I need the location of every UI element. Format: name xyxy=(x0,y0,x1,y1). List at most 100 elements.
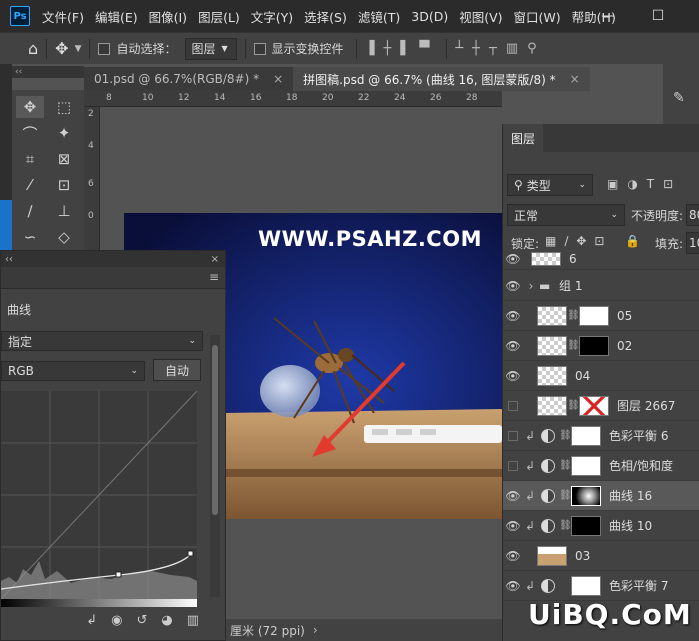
menu-filter[interactable]: 滤镜(T) xyxy=(358,7,400,26)
clip-to-layer-icon[interactable]: ↲ xyxy=(86,613,97,628)
layer-row[interactable]: 👁 03 xyxy=(503,541,699,571)
eye-icon[interactable]: 👁 xyxy=(503,489,523,503)
scrollbar-thumb[interactable] xyxy=(212,345,218,515)
move-tool-icon[interactable]: ✥ xyxy=(55,39,68,58)
layer-row[interactable]: ⛓ 图层 2667 xyxy=(503,391,699,421)
eye-icon[interactable]: 👁 xyxy=(503,519,523,533)
expand-chevron-icon[interactable]: › xyxy=(523,279,539,293)
layer-row[interactable]: ↲ ⛓ 色相/饱和度 xyxy=(503,451,699,481)
curves-graph[interactable] xyxy=(1,391,197,599)
layer-filter-icons[interactable]: ▣◑T⊡ xyxy=(607,177,682,191)
layer-mask-thumbnail[interactable] xyxy=(571,455,601,476)
layer-row[interactable]: 👁 ⛓ 02 xyxy=(503,331,699,361)
eraser-tool-icon[interactable]: ◇ xyxy=(50,226,78,248)
preset-dropdown[interactable]: 指定 ⌄ xyxy=(1,331,203,351)
layer-mask-thumbnail[interactable] xyxy=(571,485,601,506)
brush-tool-icon[interactable]: ∕ xyxy=(16,200,44,222)
trash-icon[interactable]: ▥ xyxy=(187,613,199,628)
panel-menu-icon[interactable]: ≡ xyxy=(209,270,219,284)
crop-tool-icon[interactable]: ⌗ xyxy=(16,148,44,170)
magic-wand-tool-icon[interactable]: ✦ xyxy=(50,122,78,144)
reset-icon[interactable]: ↺ xyxy=(136,613,147,628)
move-tool-icon[interactable]: ✥ xyxy=(16,96,44,118)
layer-mask-thumbnail[interactable] xyxy=(579,395,609,416)
menu-3d[interactable]: 3D(D) xyxy=(411,9,448,24)
eye-icon[interactable]: 👁 xyxy=(503,549,523,563)
tab-pintugao-psd[interactable]: 拼图稿.psd @ 66.7% (曲线 16, 图层蒙版/8) * × xyxy=(293,67,590,91)
panel-scrollbar[interactable] xyxy=(210,335,220,597)
menu-edit[interactable]: 编辑(E) xyxy=(95,7,138,26)
layer-row-selected[interactable]: 👁 ↲ ⛓ 曲线 16 xyxy=(503,481,699,511)
lasso-tool-icon[interactable]: ⌒ xyxy=(16,122,44,144)
close-icon[interactable]: × xyxy=(570,72,580,86)
menu-window[interactable]: 窗口(W) xyxy=(514,7,561,26)
layer-mask-thumbnail[interactable] xyxy=(571,425,601,446)
patch-tool-icon[interactable]: ⊡ xyxy=(50,174,78,196)
layer-row[interactable]: 👁 ↲ 色彩平衡 7 xyxy=(503,571,699,601)
channel-dropdown[interactable]: RGB ⌄ xyxy=(1,361,145,381)
auto-select-dropdown[interactable]: 图层 ▼ xyxy=(184,37,237,60)
eyedropper-tool-icon[interactable]: ⁄ xyxy=(16,174,44,196)
chevron-down-icon[interactable]: ▼ xyxy=(75,44,82,54)
layer-row[interactable]: 👁 6 xyxy=(503,248,699,270)
lock-all-icon[interactable]: 🔒 xyxy=(625,234,640,248)
ruler-tick: 20 xyxy=(322,93,334,103)
link-icon: ⛓ xyxy=(559,430,572,441)
menu-view[interactable]: 视图(V) xyxy=(459,7,502,26)
lock-icons[interactable]: ▦∕✥⊡ xyxy=(545,234,613,248)
home-icon[interactable]: ⌂ xyxy=(28,39,38,58)
layer-mask-thumbnail[interactable] xyxy=(579,335,609,356)
layer-row[interactable]: 👁 ↲ ⛓ 曲线 10 xyxy=(503,511,699,541)
visibility-toggle[interactable] xyxy=(508,430,518,441)
auto-button[interactable]: 自动 xyxy=(153,359,201,381)
eye-icon[interactable]: 👁 xyxy=(503,369,523,383)
auto-select-checkbox[interactable] xyxy=(98,42,111,55)
layer-mask-thumbnail[interactable] xyxy=(579,305,609,326)
visibility-toggle[interactable] xyxy=(508,400,518,411)
eye-icon[interactable]: 👁 xyxy=(503,339,523,353)
close-icon[interactable]: × xyxy=(273,72,283,86)
visibility-toggle[interactable] xyxy=(508,460,518,471)
eye-icon[interactable]: 👁 xyxy=(503,279,523,293)
pen-panel-icon[interactable]: ✎ xyxy=(673,90,685,106)
tab-01-psd[interactable]: 01.psd @ 66.7%(RGB/8#) * × xyxy=(84,67,293,91)
close-icon[interactable]: × xyxy=(211,254,219,265)
minimize-button[interactable]: — xyxy=(590,0,626,32)
visibility-eye-icon[interactable]: ◕ xyxy=(161,613,172,628)
layer-row[interactable]: 👁 › ▬ 组 1 xyxy=(503,271,699,301)
view-previous-icon[interactable]: ◉ xyxy=(111,613,122,628)
eye-icon[interactable]: 👁 xyxy=(503,252,523,266)
layer-filter-dropdown[interactable]: ⚲ 类型 ⌄ xyxy=(507,174,593,196)
blend-mode-dropdown[interactable]: 正常 ⌄ xyxy=(507,204,625,226)
status-arrow-icon[interactable]: › xyxy=(313,623,318,637)
layer-row[interactable]: 👁 04 xyxy=(503,361,699,391)
layer-row[interactable]: 👁 ⛓ 05 xyxy=(503,301,699,331)
menu-select[interactable]: 选择(S) xyxy=(304,7,347,26)
menu-file[interactable]: 文件(F) xyxy=(42,7,84,26)
tab-layers[interactable]: 图层 xyxy=(503,124,543,152)
adjustment-layer-icon xyxy=(541,518,555,533)
frame-tool-icon[interactable]: ⊠ xyxy=(50,148,78,170)
panel-tab-strip: ≡ xyxy=(1,267,225,289)
layer-row[interactable]: ↲ ⛓ 色彩平衡 6 xyxy=(503,421,699,451)
toolbar-collapse-button[interactable]: ‹‹ xyxy=(12,66,84,78)
chevron-down-icon: ⌄ xyxy=(610,210,618,220)
eye-icon[interactable]: 👁 xyxy=(503,579,523,593)
history-brush-tool-icon[interactable]: ∽ xyxy=(16,226,44,248)
menu-type[interactable]: 文字(Y) xyxy=(251,7,293,26)
menu-image[interactable]: 图像(I) xyxy=(149,7,187,26)
align-icons[interactable]: ▐┼▌▀ xyxy=(365,41,439,56)
stamp-tool-icon[interactable]: ⊥ xyxy=(50,200,78,222)
curves-title: 曲线 xyxy=(7,303,32,317)
distribute-icons[interactable]: ┴┼┬▥ xyxy=(455,41,527,56)
panel-collapse-button[interactable]: ‹‹ xyxy=(1,254,13,265)
layer-mask-thumbnail[interactable] xyxy=(571,515,601,536)
maximize-button[interactable]: ☐ xyxy=(640,0,676,32)
show-transform-checkbox[interactable] xyxy=(253,42,266,55)
menu-layer[interactable]: 图层(L) xyxy=(198,7,240,26)
eye-icon[interactable]: 👁 xyxy=(503,309,523,323)
opacity-input[interactable]: 80 xyxy=(686,204,699,226)
marquee-tool-icon[interactable]: ⬚ xyxy=(50,96,78,118)
layer-mask-thumbnail[interactable] xyxy=(571,575,601,596)
search-icon[interactable]: ⚲ xyxy=(527,41,537,56)
